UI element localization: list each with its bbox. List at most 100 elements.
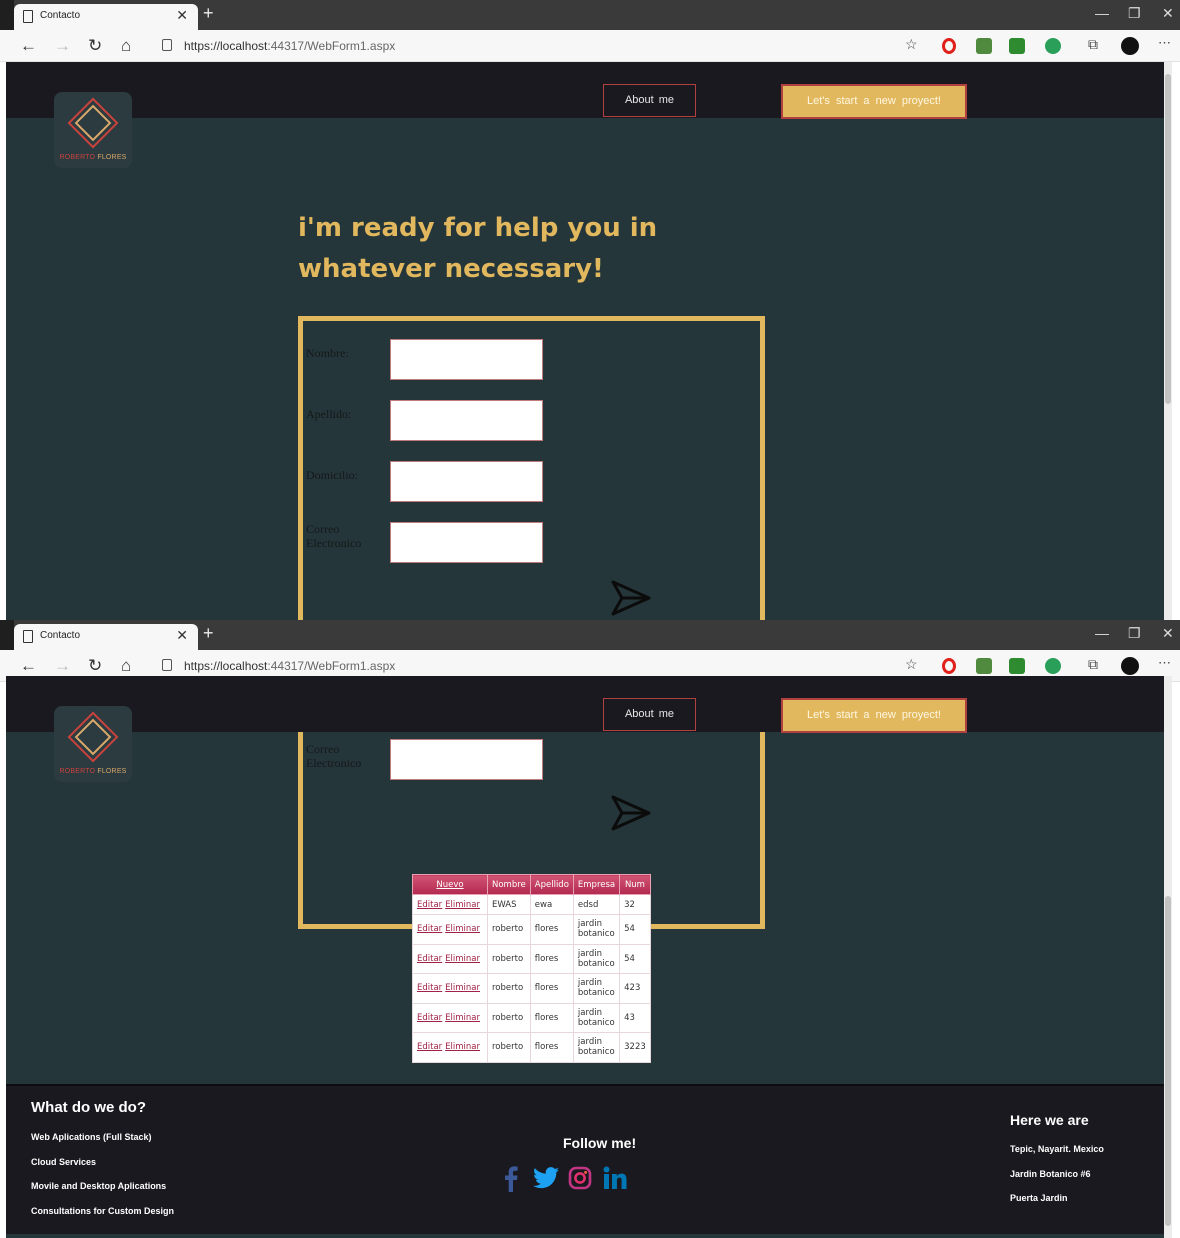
collections-icon[interactable]: ⧉ [1088, 656, 1104, 672]
opera-extension-icon[interactable] [942, 658, 956, 674]
correo-input[interactable] [390, 739, 543, 780]
profile-avatar[interactable] [1121, 37, 1139, 55]
table-row: Editar Eliminar roberto flores jardin bot… [412, 943, 651, 974]
close-tab-icon[interactable]: ✕ [176, 627, 188, 644]
new-tab-icon[interactable]: + [203, 623, 214, 644]
linkedin-icon[interactable] [603, 1166, 627, 1190]
forward-icon[interactable]: → [54, 656, 71, 676]
close-tab-icon[interactable]: ✕ [176, 7, 188, 24]
chat-extension-icon[interactable] [1045, 38, 1061, 54]
page-scrollbar[interactable] [1164, 62, 1172, 620]
site-logo[interactable]: ROBERTO FLORES [54, 92, 132, 168]
domicilio-input[interactable] [390, 461, 543, 502]
diamond-logo-icon [67, 711, 119, 763]
green-extension-icon[interactable] [1009, 38, 1025, 54]
browser-tab[interactable]: Contacto ✕ [14, 624, 198, 650]
facebook-icon[interactable] [504, 1166, 518, 1192]
cell-apellido: flores [529, 943, 574, 974]
green-extension-icon[interactable] [1009, 658, 1025, 674]
page-scrollbar[interactable] [1164, 676, 1172, 1238]
location-line: Puerta Jardin [1010, 1193, 1068, 1203]
delete-link[interactable]: Eliminar [445, 1042, 480, 1052]
url-field[interactable]: https://localhost:44317/WebForm1.aspx [184, 39, 395, 53]
edit-link[interactable]: Editar [417, 983, 442, 993]
tab-bar: Contacto ✕ + — ❐ ✕ [0, 0, 1180, 30]
delete-link[interactable]: Eliminar [445, 954, 480, 964]
edit-link[interactable]: Editar [417, 954, 442, 964]
image-extension-icon[interactable] [976, 38, 992, 54]
home-icon[interactable]: ⌂ [121, 36, 131, 56]
apellido-input[interactable] [390, 400, 543, 441]
favorite-icon[interactable]: ☆ [905, 656, 921, 672]
start-project-button[interactable]: Let's start a new proyect! [781, 84, 967, 119]
opera-extension-icon[interactable] [942, 38, 956, 54]
scrollbar-thumb[interactable] [1165, 74, 1171, 404]
cell-apellido: flores [529, 1002, 574, 1033]
address-bar: ← → ↻ ⌂ https://localhost:44317/WebForm1… [0, 30, 1180, 62]
restore-icon[interactable]: ❐ [1128, 625, 1141, 642]
nombre-input[interactable] [390, 339, 543, 380]
cell-nombre: roberto [487, 914, 531, 945]
profile-avatar[interactable] [1121, 657, 1139, 675]
collections-icon[interactable]: ⧉ [1088, 36, 1104, 52]
site-logo[interactable]: ROBERTO FLORES [54, 706, 132, 782]
url-field[interactable]: https://localhost:44317/WebForm1.aspx [184, 659, 395, 673]
favorite-icon[interactable]: ☆ [905, 36, 921, 52]
refresh-icon[interactable]: ↻ [88, 36, 102, 56]
correo-input[interactable] [390, 522, 543, 563]
service-item: Cloud Services [31, 1157, 97, 1167]
twitter-icon[interactable] [533, 1166, 559, 1190]
scrollbar-thumb[interactable] [1165, 896, 1171, 1226]
service-item: Movile and Desktop Aplications [31, 1181, 167, 1191]
edit-link[interactable]: Editar [417, 1013, 442, 1023]
tab-title: Contacto [40, 630, 81, 641]
about-me-button[interactable]: About me [603, 698, 696, 731]
about-me-button[interactable]: About me [603, 84, 696, 117]
minimize-icon[interactable]: — [1095, 5, 1109, 21]
location-line: Jardin Botanico #6 [1010, 1169, 1091, 1179]
lock-icon [162, 39, 172, 51]
home-icon[interactable]: ⌂ [121, 656, 131, 676]
cell-apellido: flores [529, 973, 574, 1004]
delete-link[interactable]: Eliminar [445, 1013, 480, 1023]
edit-link[interactable]: Editar [417, 924, 442, 934]
back-icon[interactable]: ← [20, 656, 37, 676]
delete-link[interactable]: Eliminar [445, 900, 480, 910]
restore-icon[interactable]: ❐ [1128, 5, 1141, 22]
edit-link[interactable]: Editar [417, 1042, 442, 1052]
column-header-num: Num [619, 874, 651, 895]
close-window-icon[interactable]: ✕ [1162, 625, 1174, 642]
cell-empresa: jardin botanico [572, 973, 621, 1004]
delete-link[interactable]: Eliminar [445, 924, 480, 934]
close-window-icon[interactable]: ✕ [1162, 5, 1174, 22]
send-icon[interactable] [609, 578, 653, 618]
column-header-empresa: Empresa [572, 874, 621, 895]
instagram-icon[interactable] [568, 1166, 592, 1190]
refresh-icon[interactable]: ↻ [88, 656, 102, 676]
lock-icon [162, 659, 172, 671]
service-item: Web Aplications (Full Stack) [31, 1132, 152, 1142]
edit-link[interactable]: Editar [417, 900, 442, 910]
new-record-link[interactable]: Nuevo [412, 874, 488, 895]
table-row: Editar Eliminar roberto flores jardin bot… [412, 914, 651, 945]
image-extension-icon[interactable] [976, 658, 992, 674]
more-icon[interactable]: ⋯ [1158, 655, 1174, 671]
start-project-button[interactable]: Let's start a new proyect! [781, 698, 967, 733]
forward-icon[interactable]: → [54, 36, 71, 56]
table-row: Editar Eliminar EWAS ewa edsd 32 [412, 894, 651, 915]
page-icon [23, 10, 33, 23]
more-icon[interactable]: ⋯ [1158, 35, 1174, 51]
browser-tab[interactable]: Contacto ✕ [14, 4, 198, 30]
nombre-label: Nombre: [306, 346, 349, 360]
service-item: Consultations for Custom Design [31, 1206, 175, 1216]
back-icon[interactable]: ← [20, 36, 37, 56]
cell-num: 32 [619, 894, 651, 915]
cell-num: 423 [619, 973, 651, 1004]
chat-extension-icon[interactable] [1045, 658, 1061, 674]
delete-link[interactable]: Eliminar [445, 983, 480, 993]
new-tab-icon[interactable]: + [203, 3, 214, 24]
tab-title: Contacto [40, 10, 81, 21]
minimize-icon[interactable]: — [1095, 625, 1109, 641]
page-viewport: ROBERTO FLORES About me Let's start a ne… [6, 62, 1172, 620]
send-icon[interactable] [609, 793, 653, 833]
